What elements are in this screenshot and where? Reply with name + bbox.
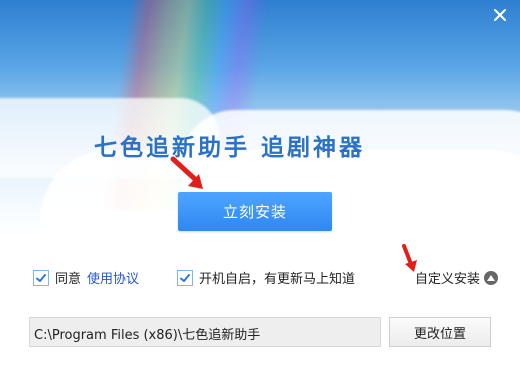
agree-label: 同意 [55, 272, 82, 287]
custom-install-toggle[interactable]: 自定义安装 [415, 268, 499, 287]
startup-option[interactable]: 开机自启，有更新马上知道 [177, 268, 355, 287]
triangle-up-icon [484, 270, 499, 285]
app-slogan: 七色追新助手 追剧神器 [94, 135, 366, 161]
custom-install-label: 自定义安装 [415, 272, 481, 287]
install-now-button[interactable]: 立刻安装 [178, 192, 332, 231]
startup-label: 开机自启，有更新马上知道 [199, 272, 356, 287]
startup-checkbox[interactable] [177, 269, 193, 286]
agree-option[interactable]: 同意 使用协议 [33, 268, 139, 287]
agree-checkbox[interactable] [33, 269, 49, 286]
change-location-button[interactable]: 更改位置 [389, 317, 491, 347]
close-icon [494, 9, 506, 21]
terms-link[interactable]: 使用协议 [87, 268, 139, 287]
close-button[interactable] [492, 7, 508, 23]
check-icon [36, 273, 46, 282]
install-path-field[interactable]: C:\Program Files (x86)\七色追新助手 [29, 317, 381, 347]
check-icon [180, 273, 190, 282]
installer-window: 七色追新助手 追剧神器 立刻安装 同意 使用协议 开机自启，有更新马上知道 自定… [0, 0, 520, 372]
